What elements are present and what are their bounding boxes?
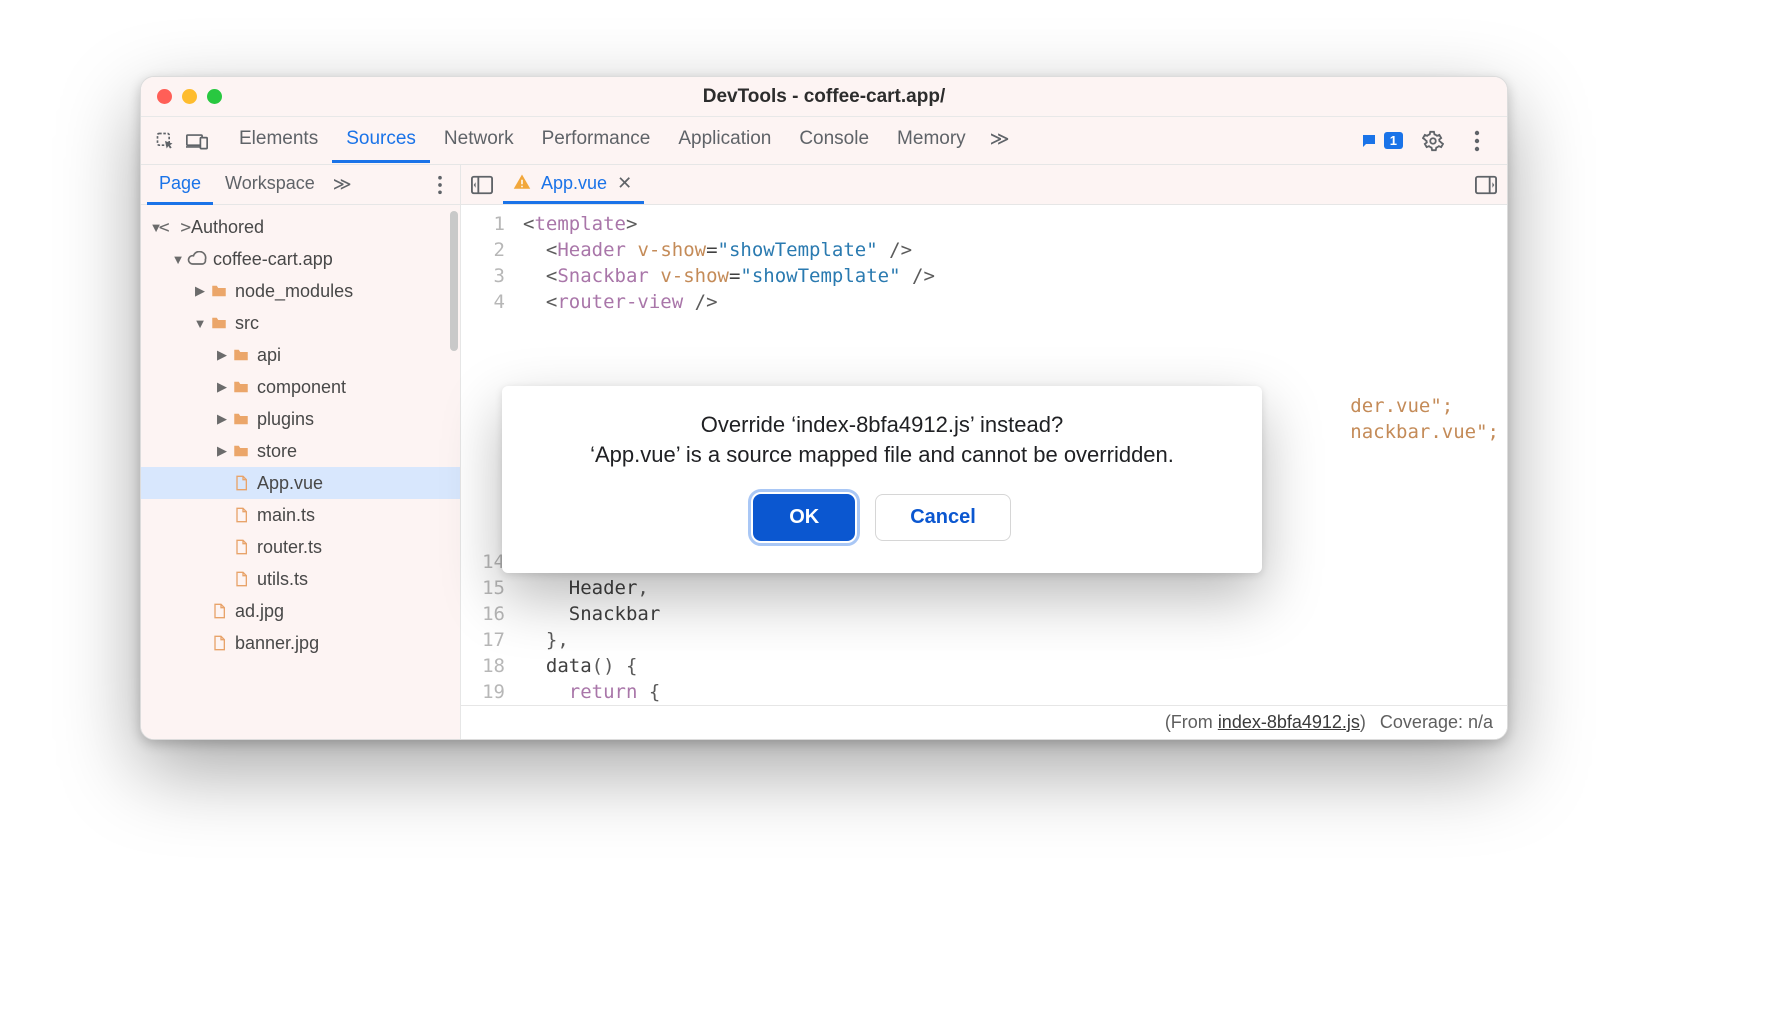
code-partial-line-8: der.vue"; (1350, 393, 1499, 419)
folder-icon (209, 281, 229, 301)
navigator-tabs: PageWorkspace ≫ (141, 165, 460, 205)
navigator-panel: PageWorkspace ≫ ▼ < > Authored ▼ coffee-cart… (141, 165, 461, 739)
code-partial-line-9: nackbar.vue"; (1350, 419, 1499, 445)
inspect-element-icon[interactable] (151, 127, 179, 155)
coverage-status: Coverage: n/a (1380, 712, 1493, 733)
tree-item-app-vue[interactable]: ▶App.vue (141, 467, 460, 499)
dialog-title: Override ‘index-8bfa4912.js’ instead? (530, 412, 1234, 438)
tree-item-src[interactable]: ▼ src (141, 307, 460, 339)
file-tab-app-vue[interactable]: App.vue ✕ (503, 166, 644, 204)
source-map-link[interactable]: index-8bfa4912.js (1218, 712, 1360, 732)
file-icon (231, 505, 251, 525)
navigator-more-options-icon[interactable] (426, 171, 454, 199)
zoom-window-button[interactable] (207, 89, 222, 104)
navigator-overflow-button[interactable]: ≫ (333, 174, 352, 195)
ok-button[interactable]: OK (753, 494, 855, 541)
tree-item-label: component (257, 377, 346, 398)
file-tab-label: App.vue (541, 173, 607, 194)
panel-tabs: ElementsSourcesNetworkPerformanceApplica… (225, 118, 980, 163)
tree-item-label: plugins (257, 409, 314, 430)
tree-item-label: api (257, 345, 281, 366)
tree-item-authored[interactable]: ▼< >Authored (141, 211, 460, 243)
folder-icon (231, 377, 251, 397)
overflow-tabs-button[interactable]: ≫ (984, 118, 1016, 164)
navigator-tab-page[interactable]: Page (147, 165, 213, 205)
toggle-debugger-icon[interactable] (1473, 172, 1499, 198)
folder-icon (231, 409, 251, 429)
tree-item-router-ts[interactable]: ▶router.ts (141, 531, 460, 563)
file-icon (231, 569, 251, 589)
tree-item-label: coffee-cart.app (213, 249, 333, 270)
panel-tab-elements[interactable]: Elements (225, 118, 332, 163)
scrollbar-thumb[interactable] (450, 211, 458, 351)
tree-item-label: main.ts (257, 505, 315, 526)
tree-item-utils-ts[interactable]: ▶utils.ts (141, 563, 460, 595)
tree-item-label: router.ts (257, 537, 322, 558)
panel-tab-memory[interactable]: Memory (883, 118, 980, 163)
tree-item-ad-jpg[interactable]: ▶ad.jpg (141, 595, 460, 627)
device-toolbar-icon[interactable] (183, 127, 211, 155)
source-mapped-from: (From index-8bfa4912.js) (1165, 712, 1366, 733)
chevron-right-icon[interactable]: ▶ (193, 283, 207, 299)
tree-item-plugins[interactable]: ▶ plugins (141, 403, 460, 435)
navigator-tab-workspace[interactable]: Workspace (213, 165, 327, 205)
tree-item-store[interactable]: ▶ store (141, 435, 460, 467)
chevron-down-icon[interactable]: ▼ (171, 252, 185, 267)
authored-icon: < > (165, 217, 185, 237)
panel-tab-application[interactable]: Application (664, 118, 785, 163)
folder-icon (209, 313, 229, 333)
tree-item-label: App.vue (257, 473, 323, 494)
tree-item-coffee-cart-app[interactable]: ▼ coffee-cart.app (141, 243, 460, 275)
dialog-message: ‘App.vue’ is a source mapped file and ca… (530, 442, 1234, 468)
close-tab-icon[interactable]: ✕ (615, 173, 634, 194)
traffic-lights (157, 89, 222, 104)
tree-item-label: utils.ts (257, 569, 308, 590)
titlebar: DevTools - coffee-cart.app/ (141, 77, 1507, 117)
file-icon (209, 633, 229, 653)
tree-item-label: ad.jpg (235, 601, 284, 622)
issues-count: 1 (1384, 132, 1403, 149)
chevron-down-icon[interactable]: ▼ (193, 316, 207, 331)
tree-item-node_modules[interactable]: ▶ node_modules (141, 275, 460, 307)
file-icon (231, 473, 251, 493)
chevron-right-icon[interactable]: ▶ (215, 411, 229, 427)
file-icon (209, 601, 229, 621)
tree-item-label: banner.jpg (235, 633, 319, 654)
window-title: DevTools - coffee-cart.app/ (703, 86, 945, 108)
tree-item-api[interactable]: ▶ api (141, 339, 460, 371)
file-tab-bar: App.vue ✕ (461, 165, 1507, 205)
chevron-right-icon[interactable]: ▶ (215, 443, 229, 459)
file-tree[interactable]: ▼ < > Authored ▼ coffee-cart.app ▶ node_module… (141, 205, 460, 739)
chevron-right-icon[interactable]: ▶ (215, 379, 229, 395)
panel-tab-network[interactable]: Network (430, 118, 528, 163)
cloud-icon (187, 249, 207, 269)
tree-item-label: store (257, 441, 297, 462)
folder-icon (231, 441, 251, 461)
tree-item-component[interactable]: ▶ component (141, 371, 460, 403)
tree-item-main-ts[interactable]: ▶main.ts (141, 499, 460, 531)
main-toolbar: ElementsSourcesNetworkPerformanceApplica… (141, 117, 1507, 165)
cancel-button[interactable]: Cancel (875, 494, 1011, 541)
folder-icon (231, 345, 251, 365)
tree-item-banner-jpg[interactable]: ▶banner.jpg (141, 627, 460, 659)
more-options-icon[interactable] (1463, 127, 1491, 155)
panel-tab-console[interactable]: Console (785, 118, 883, 163)
close-window-button[interactable] (157, 89, 172, 104)
editor-statusbar: (From index-8bfa4912.js) Coverage: n/a (461, 705, 1507, 739)
toggle-navigator-icon[interactable] (469, 172, 495, 198)
tree-item-label: node_modules (235, 281, 353, 302)
issues-button[interactable]: 1 (1360, 132, 1403, 150)
minimize-window-button[interactable] (182, 89, 197, 104)
panel-tab-sources[interactable]: Sources (332, 118, 430, 163)
settings-icon[interactable] (1419, 127, 1447, 155)
override-dialog: Override ‘index-8bfa4912.js’ instead? ‘A… (502, 386, 1262, 573)
warning-icon (513, 173, 533, 193)
chevron-right-icon[interactable]: ▶ (215, 347, 229, 363)
tree-item-label: Authored (191, 217, 264, 238)
panel-tab-performance[interactable]: Performance (528, 118, 665, 163)
tree-item-label: src (235, 313, 259, 334)
file-icon (231, 537, 251, 557)
